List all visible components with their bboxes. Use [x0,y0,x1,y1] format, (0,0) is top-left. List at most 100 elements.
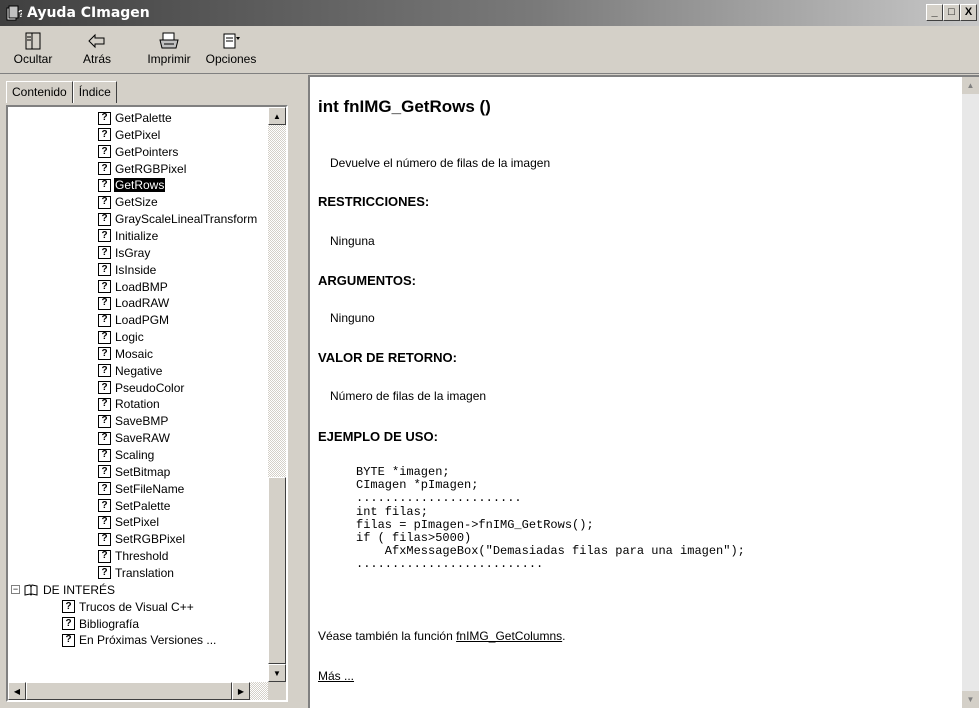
tree-item[interactable]: ? GetPixel [98,127,161,143]
tree-item[interactable]: ? GetPointers [98,144,179,160]
tree-item[interactable]: ? SaveRAW [98,430,171,446]
back-arrow-icon [85,30,109,52]
description-text: Devuelve el número de filas de la imagen [330,156,551,170]
tree-item[interactable]: ? Mosaic [98,346,154,362]
tree-item[interactable]: ? Translation [98,565,175,581]
back-label: Atrás [82,52,111,66]
see-also-link[interactable]: fnIMG_GetColumns [456,629,562,643]
topic-scroll-up-button[interactable]: ▲ [962,77,979,94]
minimize-button[interactable]: _ [926,4,943,21]
arguments-heading: ARGUMENTOS: [318,273,416,288]
scroll-thumb[interactable] [268,477,286,664]
tree-item[interactable]: ? Rotation [98,396,161,412]
tree-item[interactable]: ? SetPixel [98,514,160,530]
tree-item[interactable]: ? PseudoColor [98,380,185,396]
tree-item[interactable]: ? SetPalette [98,498,171,514]
help-topic-icon: ? [98,448,111,462]
scroll-down-button[interactable]: ▼ [268,664,286,682]
help-topic-icon: ? [98,111,111,125]
tree-item[interactable]: ? Initialize [98,228,159,244]
help-topic-icon: ? [98,195,111,209]
options-button[interactable]: Opciones [202,30,260,66]
help-topic-icon: ? [98,364,111,378]
tree-item[interactable]: ? GetRGBPixel [98,161,187,177]
tree-item[interactable]: ? Logic [98,329,145,345]
tree-item[interactable]: ? IsInside [98,262,157,278]
tree-item[interactable]: ? Negative [98,363,163,379]
close-button[interactable]: X [960,4,977,21]
tree-item-label: Mosaic [115,346,154,361]
back-button[interactable]: Atrás [68,30,126,66]
arguments-text: Ninguno [330,311,375,325]
tree-book-label: DE INTERÉS [43,582,116,597]
tree-item-label: SetPalette [115,498,171,513]
tree-item-label: GetSize [115,195,158,210]
hide-label: Ocultar [13,52,53,66]
tree-book-de-interes[interactable]: − DE INTERÉS [11,582,116,598]
tree-horizontal-scrollbar[interactable]: ◀ ▶ [8,682,268,700]
tree-item[interactable]: ? GetSize [98,194,159,210]
tree-item-label: SetFileName [115,481,185,496]
help-book-icon: ? [6,5,24,21]
contents-tree: ? GetPalette ? GetPixel? GetPointers? GetRGBP… [8,107,268,682]
scroll-right-button[interactable]: ▶ [232,682,250,700]
help-topic-icon: ? [98,145,111,159]
tree-item[interactable]: ? Trucos de Visual C++ [62,599,195,615]
usage-example-heading: EJEMPLO DE USO: [318,429,438,444]
see-also-text: Véase también la función fnIMG_GetColumn… [318,629,565,643]
tree-item[interactable]: ? GetRows [98,177,166,193]
tree-item[interactable]: ? LoadRAW [98,295,170,311]
maximize-button[interactable]: □ [943,4,960,21]
tree-item-label: Logic [115,330,144,345]
tree-item-label: GetPalette [115,111,172,125]
tree-item[interactable]: ? GrayScaleLinealTransform [98,211,258,227]
help-topic-icon: ? [98,246,111,260]
help-topic-icon: ? [98,162,111,176]
hide-icon [21,30,45,52]
tree-item[interactable]: ? IsGray [98,245,151,261]
hide-button[interactable]: Ocultar [4,30,62,66]
tree-item[interactable]: ? Bibliografía [62,616,140,632]
help-topic-icon: ? [98,212,111,226]
tree-item-label: Threshold [115,549,169,564]
tree-item[interactable]: ? En Próximas Versiones ... [62,632,217,648]
collapse-icon[interactable]: − [11,585,20,595]
tree-item[interactable]: ? GetPalette [98,110,173,126]
more-link[interactable]: Más ... [318,669,354,683]
window-title: Ayuda CImagen [27,5,150,21]
tree-item-label: Initialize [115,228,159,243]
return-value-heading: VALOR DE RETORNO: [318,350,457,365]
help-topic-icon: ? [98,414,111,428]
tree-item-label: IsInside [115,262,157,277]
scroll-up-button[interactable]: ▲ [268,107,286,125]
tree-vertical-scrollbar[interactable]: ▲ ▼ [268,107,286,682]
tree-item[interactable]: ? Threshold [98,548,169,564]
help-topic-icon: ? [98,515,111,529]
code-example: BYTE *imagen; CImagen *pImagen; ........… [356,465,745,572]
tree-item[interactable]: ? LoadPGM [98,312,170,328]
tree-item[interactable]: ? SetRGBPixel [98,531,186,547]
hscroll-thumb[interactable] [26,682,232,700]
tab-index[interactable]: Índice [72,81,117,103]
help-topic-icon: ? [98,532,111,546]
tree-item[interactable]: ? SetFileName [98,481,185,497]
print-button[interactable]: Imprimir [140,30,198,66]
topic-scroll-down-button[interactable]: ▼ [962,691,979,708]
scroll-left-button[interactable]: ◀ [8,682,26,700]
tree-item-label: Rotation [115,397,160,412]
restrictions-text: Ninguna [330,234,375,248]
tree-item-label: Negative [115,363,163,378]
help-topic-icon: ? [98,465,111,479]
tree-item[interactable]: ? Scaling [98,447,155,463]
help-topic-icon: ? [98,263,111,277]
tree-item-label: SetRGBPixel [115,532,186,547]
print-label: Imprimir [147,52,191,66]
help-topic-icon: ? [98,296,111,310]
tree-item-label: SaveBMP [115,414,169,429]
tree-item-label: LoadPGM [115,313,170,328]
tree-item[interactable]: ? SaveBMP [98,413,169,429]
topic-vertical-scrollbar[interactable]: ▲ ▼ [962,77,979,708]
tree-item[interactable]: ? SetBitmap [98,464,171,480]
tree-item[interactable]: ? LoadBMP [98,279,169,295]
tab-contents[interactable]: Contenido [6,81,73,103]
